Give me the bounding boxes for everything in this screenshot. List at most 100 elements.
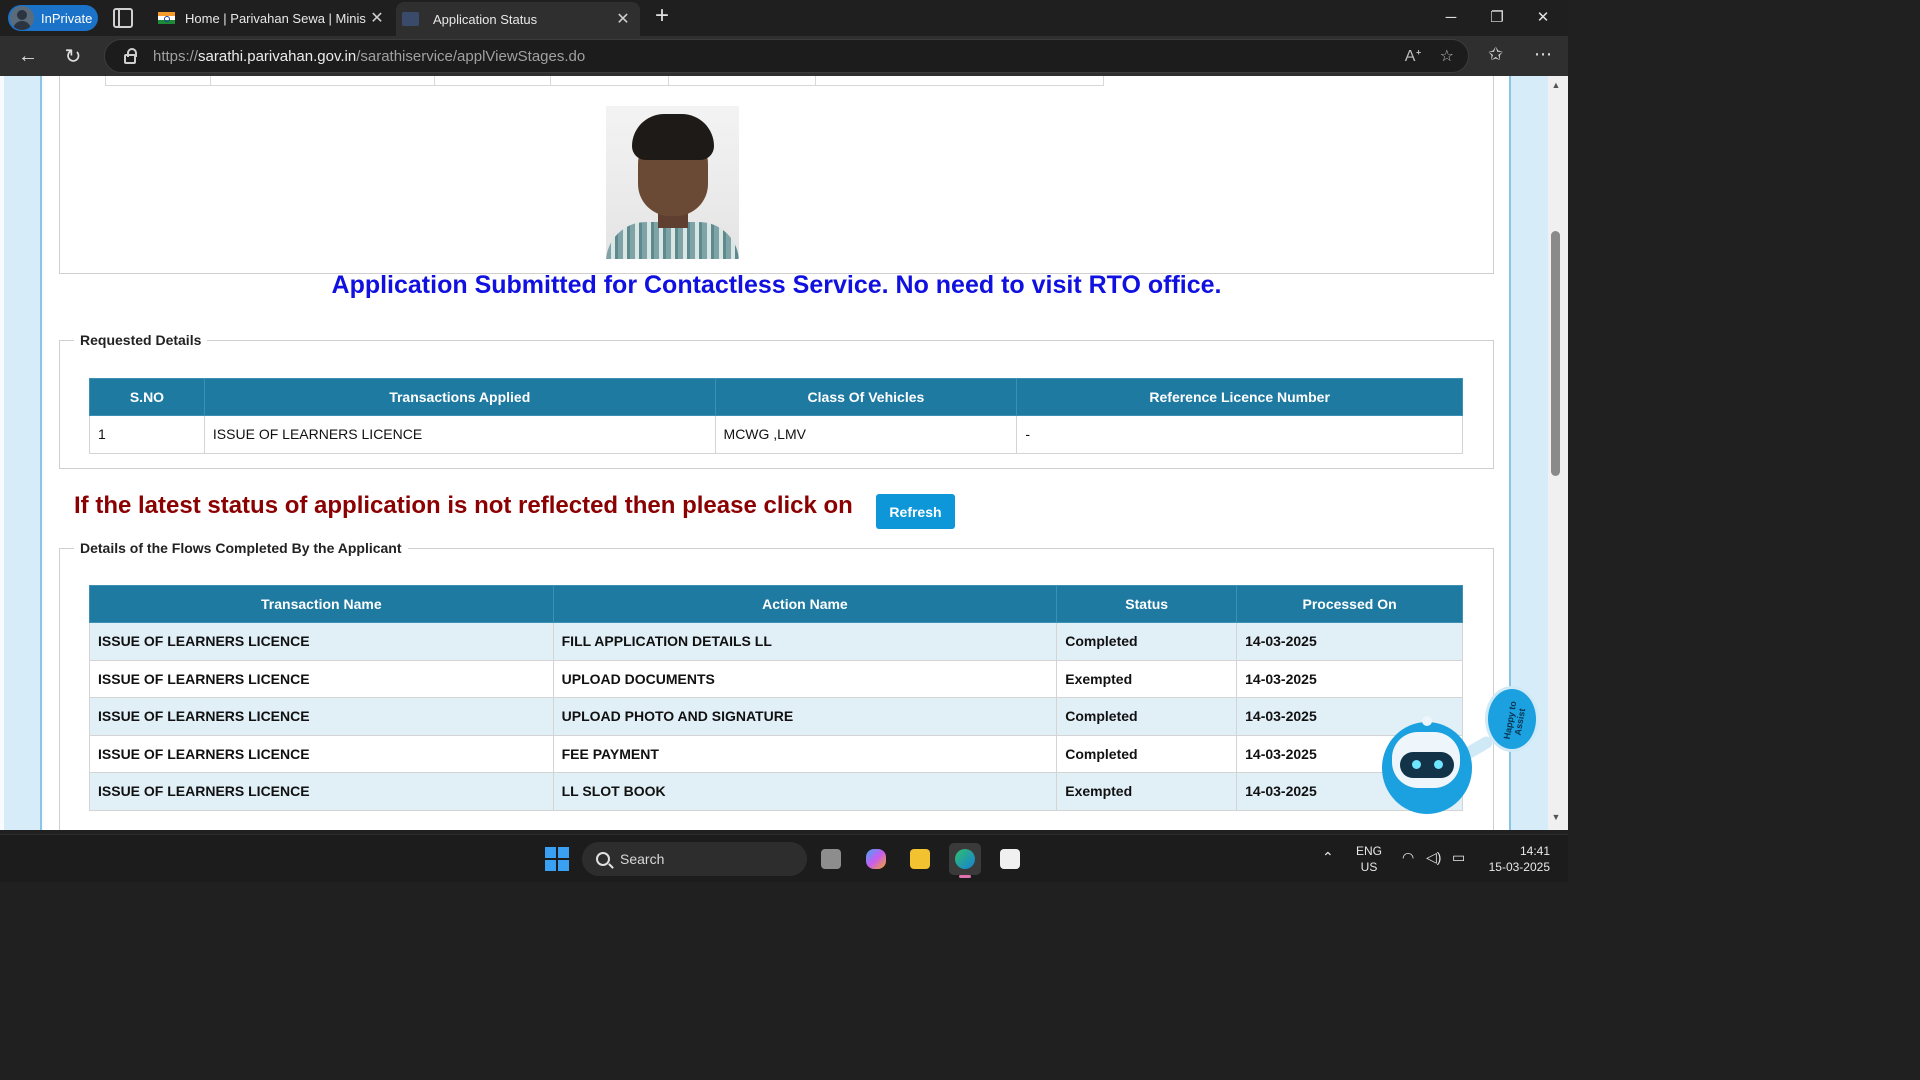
table-cell: FILL APPLICATION DETAILS LL: [552, 622, 1058, 661]
tab-parivahan-home[interactable]: Home | Parivahan Sewa | Ministry ✕: [146, 0, 394, 36]
close-window-icon[interactable]: ✕: [1520, 0, 1566, 34]
applicant-photo-panel: [59, 76, 1494, 274]
language-indicator[interactable]: ENG US: [1356, 843, 1382, 875]
lang-region: US: [1360, 860, 1378, 874]
minimize-icon[interactable]: ─: [1428, 0, 1474, 34]
back-arrow-icon[interactable]: ←: [14, 42, 42, 70]
lang-code: ENG: [1356, 844, 1383, 858]
table-cell: FEE PAYMENT: [552, 734, 1058, 773]
column-header: Status: [1056, 585, 1238, 623]
read-aloud-icon[interactable]: Aᐩ: [1405, 46, 1422, 66]
volume-icon[interactable]: ◁): [1426, 849, 1441, 865]
flows-completed-legend: Details of the Flows Completed By the Ap…: [80, 540, 402, 556]
table-cell: ISSUE OF LEARNERS LICENCE: [89, 772, 554, 811]
column-header: Action Name: [552, 585, 1058, 623]
table-cell: Completed: [1056, 734, 1238, 773]
new-tab-button[interactable]: +: [650, 4, 674, 30]
browser-toolbar: ← ↻ https://sarathi.parivahan.gov.in/sar…: [0, 36, 1568, 76]
close-tab-icon[interactable]: ✕: [366, 8, 388, 28]
flows-completed-table: Transaction Name Action Name Status Proc…: [89, 585, 1463, 811]
browser-title-bar: InPrivate Home | Parivahan Sewa | Minist…: [0, 0, 1568, 36]
refresh-prompt: If the latest status of application is n…: [74, 492, 853, 519]
table-cell: ISSUE OF LEARNERS LICENCE: [89, 734, 554, 773]
url-prefix: https://: [153, 47, 199, 65]
tab-title: Home | Parivahan Sewa | Ministry: [185, 10, 366, 26]
address-bar[interactable]: https://sarathi.parivahan.gov.in/sarathi…: [104, 39, 1469, 73]
taskbar-search[interactable]: Search: [582, 842, 807, 876]
chatbot-assistant[interactable]: Happy to Assist: [1380, 686, 1540, 821]
copilot-icon[interactable]: [860, 843, 892, 875]
column-header: Transactions Applied: [203, 378, 716, 416]
column-header: Transaction Name: [89, 585, 554, 623]
clock-time: 14:41: [1519, 844, 1550, 858]
india-flag-icon: [158, 12, 175, 24]
microsoft-store-icon[interactable]: [994, 843, 1026, 875]
column-header: Class Of Vehicles: [714, 378, 1018, 416]
chatbot-badge-text: Happy to Assist: [1501, 700, 1528, 740]
table-row: ISSUE OF LEARNERS LICENCE LL SLOT BOOK E…: [89, 772, 1463, 811]
scroll-up-arrow-icon[interactable]: ▲: [1550, 80, 1562, 90]
search-icon: [596, 852, 610, 866]
table-row: 1 ISSUE OF LEARNERS LICENCE MCWG ,LMV -: [89, 415, 1463, 454]
table-row: ISSUE OF LEARNERS LICENCE FEE PAYMENT Co…: [89, 734, 1463, 773]
table-cell: Completed: [1056, 697, 1238, 736]
table-cell: MCWG ,LMV: [714, 415, 1018, 454]
table-header-row: S.NO Transactions Applied Class Of Vehic…: [89, 378, 1463, 416]
taskbar-search-label: Search: [620, 851, 665, 867]
table-row: ISSUE OF LEARNERS LICENCE UPLOAD DOCUMEN…: [89, 659, 1463, 698]
refresh-icon[interactable]: ↻: [59, 42, 87, 70]
column-header: Reference Licence Number: [1016, 378, 1463, 416]
chevron-up-icon[interactable]: ⌃: [1322, 849, 1334, 865]
restore-icon[interactable]: ❐: [1474, 0, 1520, 34]
table-cell: UPLOAD PHOTO AND SIGNATURE: [552, 697, 1058, 736]
edge-browser-icon[interactable]: [949, 843, 981, 878]
requested-details-table: S.NO Transactions Applied Class Of Vehic…: [89, 378, 1463, 454]
url-path: /sarathiservice/applViewStages.do: [356, 47, 586, 65]
page-viewport: Application Submitted for Contactless Se…: [0, 76, 1568, 830]
table-cell: -: [1016, 415, 1463, 454]
happy-to-assist-badge[interactable]: Happy to Assist: [1485, 686, 1539, 752]
table-cell: ISSUE OF LEARNERS LICENCE: [89, 659, 554, 698]
close-tab-icon[interactable]: ✕: [612, 9, 634, 29]
table-cell: ISSUE OF LEARNERS LICENCE: [203, 415, 716, 454]
table-cell: UPLOAD DOCUMENTS: [552, 659, 1058, 698]
applicant-photo: [606, 106, 739, 259]
clock[interactable]: 14:41 15-03-2025: [1484, 843, 1550, 875]
table-row: ISSUE OF LEARNERS LICENCE FILL APPLICATI…: [89, 622, 1463, 661]
battery-icon[interactable]: ▭: [1452, 849, 1465, 865]
more-options-icon[interactable]: ⋯: [1534, 44, 1552, 65]
column-header: Processed On: [1236, 585, 1463, 623]
refresh-button[interactable]: Refresh: [876, 494, 955, 529]
inprivate-profile-button[interactable]: InPrivate: [8, 5, 98, 31]
profile-avatar-icon: [10, 6, 34, 30]
table-cell: 14-03-2025: [1236, 622, 1463, 661]
tab-title: Application Status: [433, 11, 538, 27]
url-host: sarathi.parivahan.gov.in: [198, 47, 357, 65]
file-explorer-icon[interactable]: [904, 843, 936, 875]
page-background-left: [4, 76, 42, 830]
windows-start-icon[interactable]: [545, 847, 569, 871]
tab-actions-icon[interactable]: [113, 8, 133, 28]
table-cell: Completed: [1056, 622, 1238, 661]
column-header: S.NO: [89, 378, 205, 416]
windows-taskbar: Search ⌃ ENG US ◠ ◁) ▭ 14:41 15-03-2025: [0, 834, 1568, 882]
scrollbar-thumb[interactable]: [1551, 231, 1560, 476]
table-cell: Exempted: [1056, 772, 1238, 811]
table-cell: ISSUE OF LEARNERS LICENCE: [89, 697, 554, 736]
inprivate-label: InPrivate: [41, 10, 93, 26]
favorite-star-icon[interactable]: ☆: [1440, 46, 1454, 66]
tab-application-status[interactable]: Application Status ✕: [396, 2, 640, 36]
contactless-service-message: Application Submitted for Contactless Se…: [331, 271, 1222, 299]
wifi-icon[interactable]: ◠: [1402, 849, 1414, 865]
table-header-row: Transaction Name Action Name Status Proc…: [89, 585, 1463, 623]
clock-date: 15-03-2025: [1488, 860, 1550, 874]
site-favicon-icon: [402, 12, 419, 26]
favorites-icon[interactable]: ✩: [1488, 44, 1503, 65]
requested-details-legend: Requested Details: [80, 332, 202, 348]
task-view-icon[interactable]: [815, 843, 847, 875]
lock-icon[interactable]: [124, 48, 137, 64]
table-row: ISSUE OF LEARNERS LICENCE UPLOAD PHOTO A…: [89, 697, 1463, 736]
table-cell: LL SLOT BOOK: [552, 772, 1058, 811]
table-cell: Exempted: [1056, 659, 1238, 698]
scroll-down-arrow-icon[interactable]: ▼: [1550, 812, 1562, 822]
